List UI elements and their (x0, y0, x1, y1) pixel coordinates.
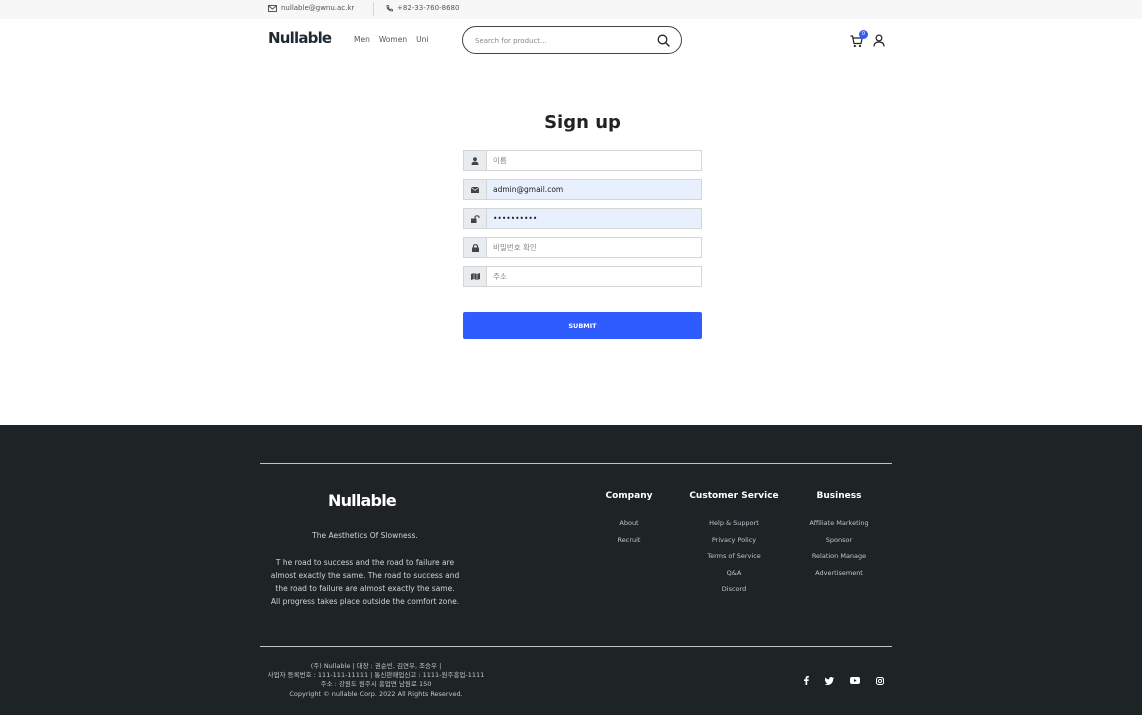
youtube-icon[interactable] (849, 675, 861, 686)
search-icon[interactable] (657, 34, 670, 47)
footer-link-privacy-policy[interactable]: Privacy Policy (684, 532, 784, 549)
name-input[interactable] (493, 154, 693, 167)
footer-description: T he road to success and the road to fai… (270, 558, 460, 606)
company-info-line: (주) Nullable | 대장 : 권순빈, 김연우, 조승우 | (310, 662, 442, 670)
nav-item-uni[interactable]: Uni (416, 35, 428, 44)
footer-divider-bottom (260, 646, 892, 647)
email-field-icon-box (464, 180, 487, 199)
phone-icon (386, 4, 393, 11)
footer-link-recruit[interactable]: Recruit (600, 532, 658, 549)
contact-email[interactable]: nullable@gwnu.ac.kr (268, 4, 354, 12)
site-logo[interactable]: Nullable (268, 29, 332, 47)
cart-count-badge: 0 (859, 30, 868, 39)
contact-phone[interactable]: +82-33-760-8680 (386, 4, 459, 12)
confirm-password-field (463, 237, 702, 258)
user-icon (873, 34, 885, 47)
footer-link-discord[interactable]: Discord (684, 581, 784, 598)
confirm-password-field-icon-box (464, 238, 487, 257)
twitter-icon[interactable] (823, 675, 835, 686)
cart-button[interactable]: 0 (850, 30, 868, 48)
submit-button[interactable]: SUBMIT (463, 312, 702, 339)
footer-link-qna[interactable]: Q&A (684, 565, 784, 582)
footer-column-customer-service: Customer Service Help & Support Privacy … (684, 491, 784, 598)
name-field (463, 150, 702, 171)
footer-logo[interactable]: Nullable (328, 491, 397, 510)
account-button[interactable] (873, 33, 885, 47)
user-icon (471, 156, 479, 165)
address-input[interactable] (493, 270, 693, 283)
password-input[interactable] (493, 212, 693, 225)
search-bar (462, 26, 682, 54)
instagram-icon[interactable] (874, 675, 886, 686)
envelope-icon (471, 186, 479, 193)
contact-email-text: nullable@gwnu.ac.kr (281, 4, 355, 12)
facebook-icon[interactable] (800, 675, 812, 686)
footer-link-affiliate-marketing[interactable]: Affiliate Marketing (794, 515, 884, 532)
email-input[interactable] (493, 183, 693, 196)
copyright-text: Copyright © nullable Corp. 2022 All Righ… (289, 689, 463, 698)
unlock-icon (470, 214, 480, 223)
main-nav: Men Women Uni (354, 35, 428, 44)
map-icon (470, 273, 480, 280)
company-info-line: 주소 : 강원도 원주시 흥업면 남원로 150 (320, 680, 432, 689)
email-field (463, 179, 702, 200)
mail-icon (268, 4, 277, 12)
address-field (463, 266, 702, 287)
topbar-divider (373, 2, 374, 16)
company-info: (주) Nullable | 대장 : 권순빈, 김연우, 조승우 | 사업자 … (260, 662, 492, 699)
footer-link-sponsor[interactable]: Sponsor (794, 532, 884, 549)
name-field-icon-box (464, 151, 487, 170)
top-bar: nullable@gwnu.ac.kr +82-33-760-8680 (0, 0, 1142, 19)
footer-link-about[interactable]: About (600, 515, 658, 532)
confirm-password-input[interactable] (493, 241, 693, 254)
footer-link-advertisement[interactable]: Advertisement (794, 565, 884, 582)
search-input[interactable] (475, 34, 655, 47)
footer-column-heading: Business (816, 491, 862, 501)
contact-phone-text: +82-33-760-8680 (397, 4, 460, 12)
footer-column-heading: Company (605, 491, 653, 501)
password-field (463, 208, 702, 229)
footer-tagline: The Aesthetics Of Slowness. (312, 531, 418, 540)
address-field-icon-box (464, 267, 487, 286)
page-title: Sign up (544, 112, 621, 133)
footer-divider-top (260, 463, 892, 464)
footer-link-relation-manage[interactable]: Relation Manage (794, 548, 884, 565)
footer-column-heading: Customer Service (689, 491, 779, 501)
footer-link-terms-of-service[interactable]: Terms of Service (684, 548, 784, 565)
nav-item-men[interactable]: Men (354, 35, 370, 44)
footer-column-company: Company About Recruit (600, 491, 658, 548)
lock-icon (471, 243, 479, 252)
nav-item-women[interactable]: Women (379, 35, 407, 44)
footer-column-business: Business Affiliate Marketing Sponsor Rel… (794, 491, 884, 581)
footer-link-help-support[interactable]: Help & Support (684, 515, 784, 532)
password-field-icon-box (464, 209, 487, 228)
site-footer (0, 425, 1142, 715)
